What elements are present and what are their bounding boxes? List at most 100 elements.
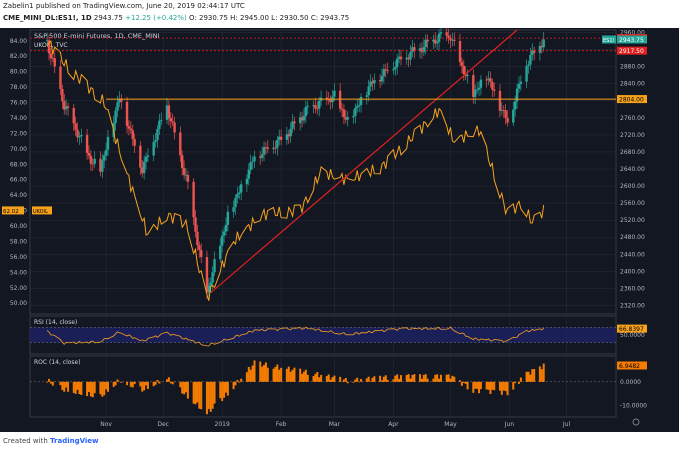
roc-bar [398,378,401,382]
right-tick-label: 2760.00 [620,115,645,122]
candle-body [232,207,235,212]
candle-body [399,56,403,60]
candle-body [89,155,93,164]
candle-body [249,162,252,170]
roc-bar [101,381,104,397]
candle-body [61,88,64,102]
roc-bar [131,381,134,388]
roc-bar [192,381,195,404]
chart-canvas[interactable]: Nov Dec 2019 Feb Mar Apr May Jun Jul 2320.00 2360.… [0,28,679,432]
roc-bar [506,381,509,396]
candle-body [365,95,368,97]
roc-bar [259,361,262,382]
candle-body [262,147,266,155]
ukoil-price-tag-label: 62.02 [3,209,19,215]
right-tick-label: 2640.00 [620,166,645,173]
roc-bar [400,375,403,382]
candle-body [493,89,496,91]
roc-bar [261,366,264,382]
left-tick-label: 68.00 [10,161,27,168]
roc-bar [498,381,501,391]
roc-bar [422,374,425,382]
candle-body [80,134,83,137]
roc-bar [91,381,94,398]
candle-body [475,89,479,91]
roc-bar [219,381,222,399]
candle-body [338,90,342,109]
candle-body [209,282,212,286]
roc-bar [449,378,452,382]
candle-body [279,136,283,140]
candle-body [513,101,517,110]
roc-bar [133,381,136,385]
candle-body [525,66,528,82]
roc-bar [426,378,429,382]
roc-bar [186,381,189,399]
candle-body [346,117,349,120]
roc-bar [466,381,469,390]
roc-bar [211,381,214,409]
candle-body [144,157,148,162]
roc-bar [312,376,315,382]
roc-bar [318,377,321,382]
candle-body [131,130,134,140]
roc-bar [407,374,410,382]
roc-bar [382,376,385,382]
candle-body [152,142,155,156]
left-tick-label: 82.00 [10,53,27,60]
left-tick-label: 74.00 [10,115,27,122]
right-tick-label: 2480.00 [620,234,645,241]
candle-body [239,184,243,193]
candle-body [306,105,309,107]
ukoil-symbol-tag-label: UKOIL [33,209,48,215]
roc-bar [234,381,237,386]
candle-body [236,193,239,198]
roc-bar [99,381,102,395]
roc-bar [538,366,541,382]
candle-body [409,51,412,60]
candle-body [154,140,157,143]
roc-bar [451,375,454,382]
candle-body [194,217,197,232]
roc-bar [525,371,528,382]
candle-body [91,163,94,165]
candle-body [460,61,464,66]
candle-body [447,35,450,39]
roc-bar [472,381,475,393]
x-tick-label: Mar [329,421,341,428]
last-price: 2943.75 [93,14,123,22]
roc-title: ROC (14, close) [34,359,81,366]
roc-bar [464,381,467,384]
roc-bar [154,381,157,385]
roc-bar [405,375,408,382]
roc-bar [491,381,494,390]
candle-body [253,156,256,162]
roc-bar [462,381,465,383]
candle-body [171,121,174,123]
roc-bar [519,377,522,382]
candle-body [498,90,502,111]
candle-body [133,139,136,146]
candle-body [394,67,397,70]
candle-body [293,121,296,124]
roc-bar [356,377,359,382]
roc-bar [360,378,363,382]
tradingview-logo[interactable]: TradingView [50,437,99,445]
roc-bar [198,381,201,409]
roc-bar [194,381,197,405]
roc-bar [59,381,62,386]
candle-body [439,32,443,34]
candle-body [373,79,376,84]
candle-body [504,110,507,118]
roc-bar [249,369,252,382]
roc-bar [339,376,342,382]
roc-bar [107,381,110,392]
roc-bar [540,369,543,382]
roc-bar [205,381,208,415]
right-tick-label: 2840.00 [620,81,645,88]
symbol-line: CME_MINI_DL:ES1!, 1D 2943.75 +12.25 (+0.… [3,14,349,22]
roc-bar [49,381,52,384]
x-tick-label: Nov [100,421,112,428]
candle-body [386,70,389,72]
candle-body [357,104,361,107]
